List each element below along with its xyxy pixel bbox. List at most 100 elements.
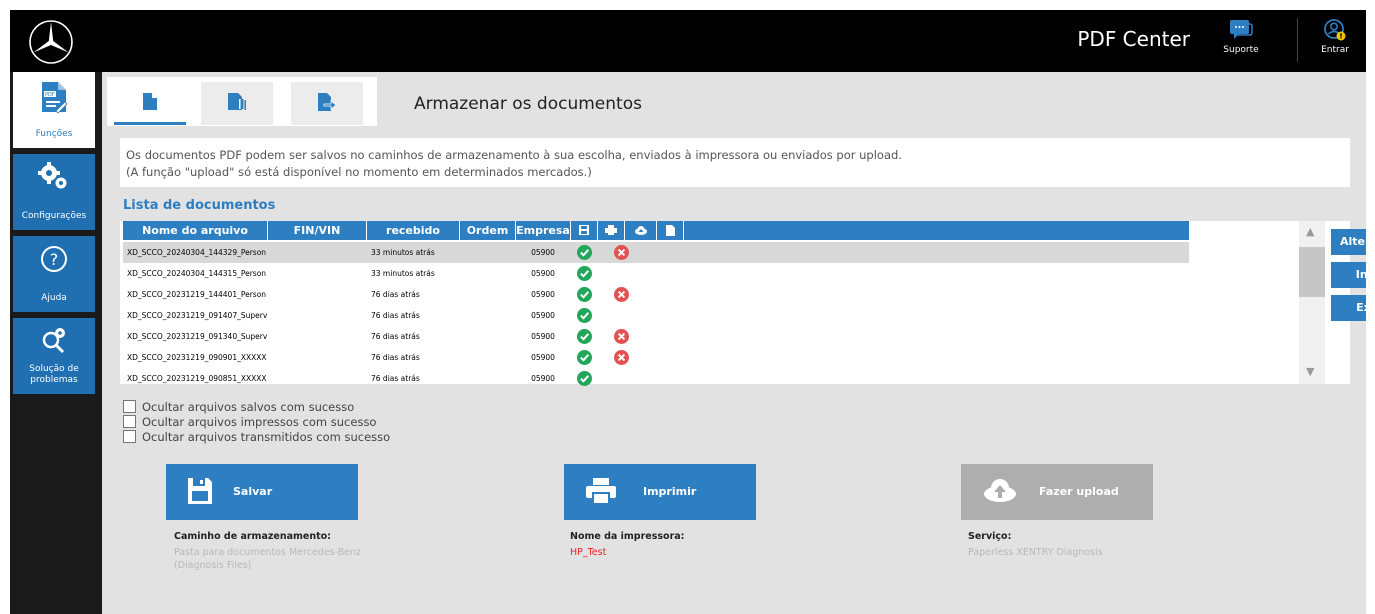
document-table: Nome do arquivo FIN/VIN recebido Ordem d… (120, 221, 1366, 386)
cell-received: 76 dias atrás (371, 332, 420, 341)
document-list-title: Lista de documentos (123, 198, 276, 213)
filter-hide-saved[interactable]: Ocultar arquivos salvos com sucesso (123, 400, 354, 414)
checkbox[interactable] (123, 415, 136, 428)
svg-text:?: ? (50, 250, 59, 269)
success-check-icon (577, 371, 593, 386)
sidebar-item-help[interactable]: ? Ajuda (13, 236, 95, 312)
success-check-icon (577, 266, 593, 281)
tab-multiple-documents[interactable] (201, 82, 273, 125)
table-scrollbar[interactable]: ▲ ▼ (1299, 221, 1325, 384)
scroll-up-arrow-icon[interactable]: ▲ (1306, 225, 1314, 238)
column-header-printed[interactable] (598, 221, 625, 240)
cell-filename: XD_SCCO_20231219_091407_Superv (127, 311, 268, 320)
print-icon (605, 225, 617, 235)
print-button-label: Imprimir (643, 485, 697, 498)
gears-icon (38, 162, 67, 189)
table-row[interactable]: XD_SCCO_20231219_091340_Superv 76 dias at… (123, 326, 1189, 347)
cloud-upload-icon (984, 479, 1016, 502)
error-x-icon (614, 245, 630, 260)
service-value: Paperless XENTRY Diagnosis (968, 547, 1103, 558)
cell-order (462, 305, 514, 326)
storage-path-value: Pasta para documentos Mercedes-Benz (Dia… (174, 547, 362, 571)
upload-button[interactable]: Fazer upload (961, 464, 1153, 520)
sidebar-item-settings[interactable]: Configurações (13, 154, 95, 230)
error-x-icon (614, 329, 630, 344)
table-row[interactable]: XD_SCCO_20231219_091407_Superv 76 dias at… (123, 305, 1189, 326)
save-button[interactable]: Salvar (166, 464, 358, 520)
sidebar-item-label: Configurações (21, 211, 87, 221)
cell-vin (270, 347, 365, 368)
svg-text:PDF: PDF (45, 92, 55, 98)
cell-order (462, 347, 514, 368)
scroll-down-arrow-icon[interactable]: ▼ (1306, 365, 1314, 378)
topbar-divider (1297, 18, 1298, 62)
column-header-vin[interactable]: FIN/VIN (268, 221, 367, 240)
filter-hide-transmitted[interactable]: Ocultar arquivos transmitidos com sucess… (123, 430, 390, 444)
cell-filename: XD_SCCO_20231219_144401_Person (127, 290, 267, 299)
sidebar-item-functions[interactable]: PDF Funções (13, 72, 95, 148)
error-x-icon (614, 350, 630, 365)
table-row[interactable]: XD_SCCO_20231219_090901_XXXXX 76 dias atr… (123, 347, 1189, 368)
tab-single-document[interactable] (114, 82, 186, 125)
column-header-received[interactable]: recebido (367, 221, 460, 240)
cell-vin (270, 242, 365, 263)
column-header-saved[interactable] (571, 221, 598, 240)
cell-order (462, 284, 514, 305)
print-button[interactable]: Imprimir (564, 464, 756, 520)
documents-icon (228, 93, 246, 110)
upload-button-label: Fazer upload (1039, 485, 1119, 498)
sidebar-item-troubleshooting[interactable]: Solução de problemas (13, 318, 95, 394)
save-icon (579, 225, 589, 235)
scrollbar-thumb[interactable] (1299, 247, 1325, 297)
info-box: Os documentos PDF podem ser salvos no ca… (120, 138, 1350, 187)
document-icon (665, 225, 675, 236)
column-header-filename[interactable]: Nome do arquivo (123, 221, 268, 240)
troubleshoot-gears-icon (42, 328, 65, 354)
info-text-line-2: (A função "upload" só está disponível no… (126, 165, 592, 179)
storage-path-heading: Caminho de armazenamento: (174, 531, 331, 542)
cell-company: 05900 (531, 353, 555, 362)
support-label: Suporte (1223, 45, 1259, 55)
filter-label: Ocultar arquivos salvos com sucesso (142, 400, 355, 414)
cell-filename: XD_SCCO_20231219_090901_XXXXX (127, 353, 267, 362)
checkbox[interactable] (123, 430, 136, 443)
cell-filename: XD_SCCO_20240304_144329_Person (127, 248, 267, 257)
checkbox[interactable] (123, 400, 136, 413)
change-attributes-button[interactable]: Alterar atributos (1331, 229, 1366, 255)
filter-hide-printed[interactable]: Ocultar arquivos impressos com sucesso (123, 415, 376, 429)
cell-order (462, 326, 514, 347)
show-errors-button[interactable]: Exibir erros (1331, 295, 1366, 321)
column-header-document[interactable] (657, 221, 684, 240)
top-bar: PDF Center Suporte Entrar (10, 10, 1366, 72)
save-icon (188, 478, 212, 504)
service-heading: Serviço: (968, 531, 1012, 542)
table-row[interactable]: XD_SCCO_20240304_144315_Person 33 minutos… (123, 263, 1189, 284)
document-icon (143, 93, 157, 110)
cell-received: 76 dias atrás (371, 353, 420, 362)
cell-order (462, 263, 514, 284)
insert-note-button[interactable]: Inserir nota (1331, 262, 1366, 288)
column-header-company[interactable]: Empresa (516, 221, 571, 240)
table-row[interactable]: XD_SCCO_20231219_090851_XXXXX 76 dias atr… (123, 368, 1189, 389)
table-row[interactable]: XD_SCCO_20240304_144329_Person 33 minutos… (123, 242, 1189, 263)
sidebar-item-label: Funções (35, 129, 73, 139)
cell-filename: XD_SCCO_20240304_144315_Person (127, 269, 267, 278)
table-row[interactable]: XD_SCCO_20231219_144401_Person 76 dias at… (123, 284, 1189, 305)
cell-order (462, 368, 514, 389)
login-label: Entrar (1321, 45, 1349, 55)
sidebar-item-label: Ajuda (41, 293, 67, 303)
column-header-order[interactable]: Ordem de (460, 221, 516, 256)
printer-name-value: HP_Test (570, 547, 607, 558)
support-button[interactable]: Suporte (1216, 18, 1266, 55)
column-header-uploaded[interactable] (625, 221, 657, 240)
tab-export-document[interactable] (291, 82, 363, 125)
info-text-line-1: Os documentos PDF podem ser salvos no ca… (126, 148, 902, 162)
mercedes-star-logo (29, 20, 73, 64)
error-x-icon (614, 287, 630, 302)
login-button[interactable]: Entrar (1310, 18, 1360, 55)
cell-company: 05900 (531, 269, 555, 278)
cell-company: 05900 (531, 332, 555, 341)
cell-vin (270, 284, 365, 305)
cell-received: 76 dias atrás (371, 290, 420, 299)
cell-company: 05900 (531, 248, 555, 257)
